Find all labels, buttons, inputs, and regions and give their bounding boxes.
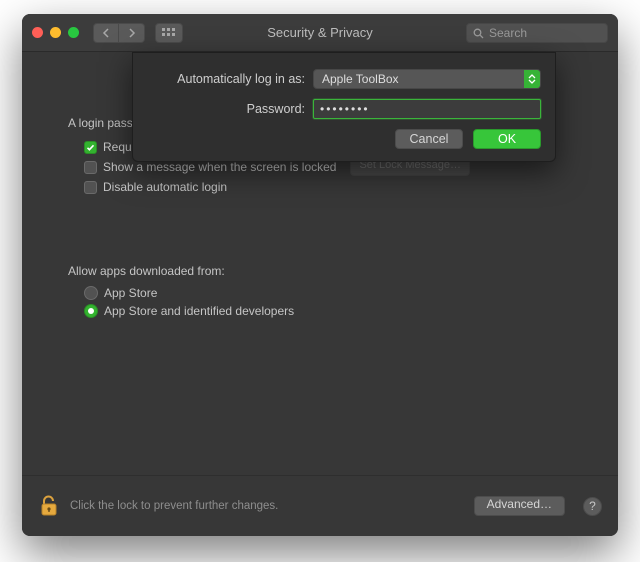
autologin-label: Automatically log in as:	[147, 72, 305, 86]
lock-open-icon	[40, 495, 58, 517]
cancel-button[interactable]: Cancel	[395, 129, 463, 149]
dialog-buttons: Cancel OK	[147, 129, 541, 149]
nav-back-forward	[93, 23, 145, 43]
radio-appstore-label: App Store	[104, 286, 157, 300]
select-stepper-icon	[524, 70, 540, 88]
checkbox-empty-icon	[84, 181, 97, 194]
help-button[interactable]: ?	[583, 497, 602, 516]
autologin-user-row: Automatically log in as: Apple ToolBox	[147, 69, 541, 89]
minimize-icon[interactable]	[50, 27, 61, 38]
chevron-left-icon	[102, 28, 110, 38]
autologin-user-select[interactable]: Apple ToolBox	[313, 69, 541, 89]
grid-icon	[162, 28, 176, 38]
window-title: Security & Privacy	[267, 25, 372, 40]
ok-button[interactable]: OK	[473, 129, 541, 149]
search-placeholder: Search	[489, 26, 527, 40]
chevron-down-icon	[528, 79, 536, 84]
allow-downloads-label: Allow apps downloaded from:	[68, 264, 592, 278]
autologin-user-value: Apple ToolBox	[322, 72, 399, 86]
show-all-button[interactable]	[155, 23, 183, 43]
password-row: Password: ••••••••	[147, 99, 541, 119]
traffic-lights	[32, 27, 79, 38]
search-input[interactable]: Search	[466, 23, 608, 43]
titlebar: Security & Privacy Search	[22, 14, 618, 52]
lock-text: Click the lock to prevent further change…	[70, 500, 278, 512]
checkbox-checked-icon	[84, 141, 97, 154]
zoom-icon[interactable]	[68, 27, 79, 38]
radio-appstore-row[interactable]: App Store	[84, 286, 592, 300]
prefpane-window: Security & Privacy Search A login passwo…	[22, 14, 618, 536]
disable-autologin-checkbox-row[interactable]: Disable automatic login	[84, 180, 592, 194]
allow-apps-section: Allow apps downloaded from: App Store Ap…	[48, 264, 592, 318]
radio-unselected-icon	[84, 286, 98, 300]
search-icon	[473, 28, 484, 39]
checkbox-empty-icon	[84, 161, 97, 174]
lock-button[interactable]	[38, 493, 60, 519]
chevron-right-icon	[128, 28, 136, 38]
disable-autologin-label: Disable automatic login	[103, 180, 227, 194]
advanced-button[interactable]: Advanced…	[474, 496, 565, 516]
forward-button[interactable]	[119, 23, 145, 43]
password-value: ••••••••	[320, 102, 370, 116]
radio-appstore-dev-row[interactable]: App Store and identified developers	[84, 304, 592, 318]
radio-appstore-dev-label: App Store and identified developers	[104, 304, 294, 318]
password-label: Password:	[147, 102, 305, 116]
footer: Click the lock to prevent further change…	[22, 475, 618, 536]
back-button[interactable]	[93, 23, 119, 43]
close-icon[interactable]	[32, 27, 43, 38]
radio-selected-icon	[84, 304, 98, 318]
password-field[interactable]: ••••••••	[313, 99, 541, 119]
autologin-dialog: Automatically log in as: Apple ToolBox P…	[132, 52, 556, 162]
show-message-label: Show a message when the screen is locked	[103, 160, 336, 174]
